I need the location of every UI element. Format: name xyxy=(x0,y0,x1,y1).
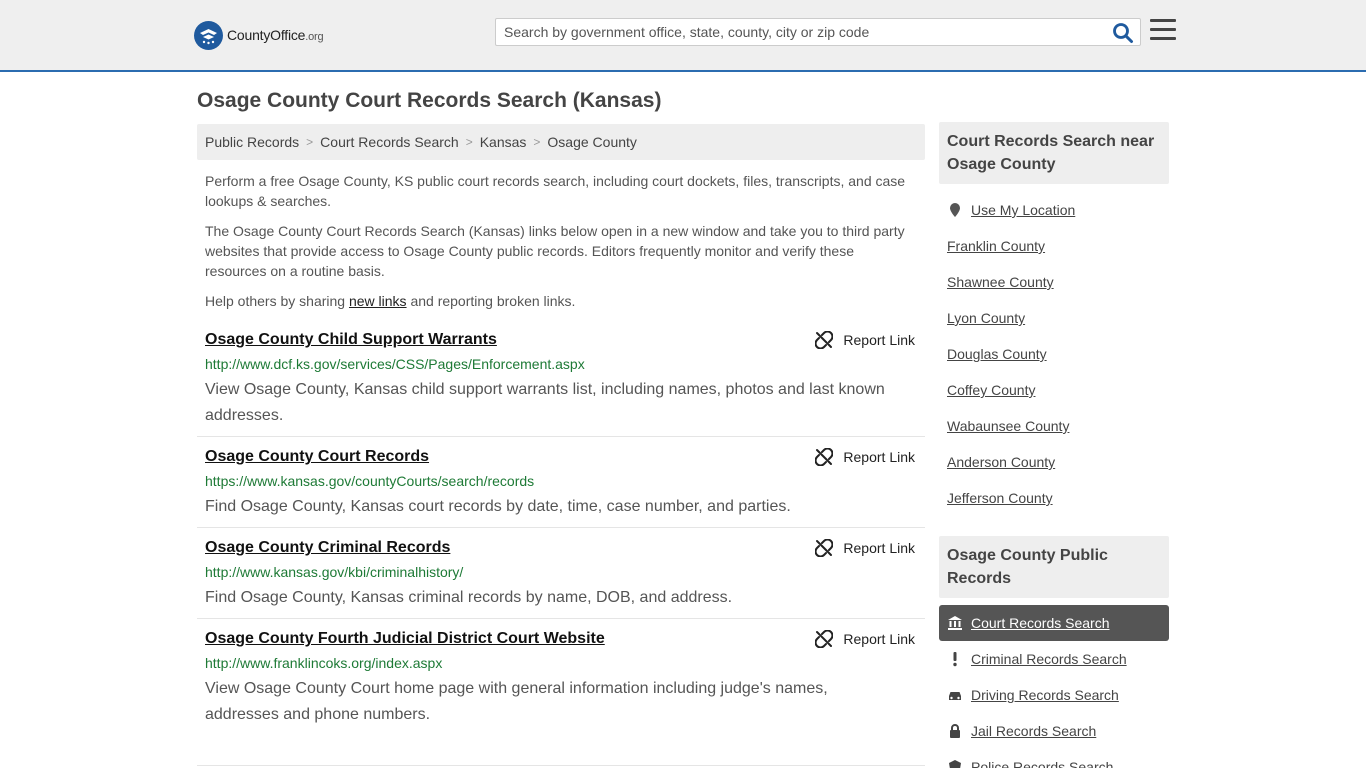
report-link-button[interactable]: Report Link xyxy=(815,448,915,466)
use-my-location-link[interactable]: Use My Location xyxy=(947,202,1075,218)
nearby-county-link[interactable]: Anderson County xyxy=(947,454,1055,470)
logo-seal-icon xyxy=(194,20,223,50)
intro-text: and reporting broken links. xyxy=(406,293,576,309)
chevron-right-icon: > xyxy=(465,135,473,149)
lock-icon xyxy=(947,723,971,739)
result-title-link[interactable]: Osage County Fourth Judicial District Co… xyxy=(205,630,605,648)
intro-paragraph-2: The Osage County Court Records Search (K… xyxy=(205,223,905,279)
search-button[interactable] xyxy=(1112,22,1134,44)
result-description: Find Osage County, Kansas criminal recor… xyxy=(205,589,733,606)
sidebar-item-label: Driving Records Search xyxy=(971,687,1119,703)
sidebar-item-label: Criminal Records Search xyxy=(971,651,1127,667)
hamburger-menu-icon[interactable] xyxy=(1150,19,1176,43)
search-input[interactable] xyxy=(496,19,1106,45)
nearby-county-link[interactable]: Wabaunsee County xyxy=(947,418,1069,434)
result-url: https://www.kansas.gov/countyCourts/sear… xyxy=(205,473,535,489)
sidebar-item-court-records[interactable]: Court Records Search xyxy=(939,605,1169,641)
logo-main: CountyOffice xyxy=(227,27,306,43)
use-my-location-label: Use My Location xyxy=(971,202,1076,218)
chevron-right-icon: > xyxy=(306,135,314,149)
intro-paragraph-3: Help others by sharing new links and rep… xyxy=(205,291,917,311)
report-link-label: Report Link xyxy=(843,332,915,348)
result-item: Osage County Child Support Warrants Repo… xyxy=(197,331,925,437)
report-link-button[interactable]: Report Link xyxy=(815,331,915,349)
result-url: http://www.franklincoks.org/index.aspx xyxy=(205,655,443,671)
report-link-label: Report Link xyxy=(843,631,915,647)
new-links-link[interactable]: new links xyxy=(349,293,407,309)
result-url: http://www.dcf.ks.gov/services/CSS/Pages… xyxy=(205,356,585,372)
breadcrumb-osage-county[interactable]: Osage County xyxy=(547,134,637,150)
sidebar-nearby-heading: Court Records Search near Osage County xyxy=(939,122,1169,184)
nearby-county-link[interactable]: Jefferson County xyxy=(947,490,1053,506)
breadcrumb: Public Records > Court Records Search > … xyxy=(197,124,925,160)
result-item: Osage County Fourth Judicial District Co… xyxy=(197,630,925,766)
result-description: View Osage County, Kansas child support … xyxy=(205,381,885,424)
result-description: Find Osage County, Kansas court records … xyxy=(205,498,791,515)
nearby-county-link[interactable]: Franklin County xyxy=(947,238,1045,254)
result-title-link[interactable]: Osage County Criminal Records xyxy=(205,539,450,557)
report-link-button[interactable]: Report Link xyxy=(815,539,915,557)
report-link-label: Report Link xyxy=(843,449,915,465)
nearby-county-link[interactable]: Shawnee County xyxy=(947,274,1054,290)
report-link-button[interactable]: Report Link xyxy=(815,630,915,648)
sidebar-item-jail-records[interactable]: Jail Records Search xyxy=(939,713,1169,749)
result-item: Osage County Court Records Report Link h… xyxy=(197,448,925,528)
result-description: View Osage County Court home page with g… xyxy=(205,680,828,723)
sidebar-item-police-records[interactable]: Police Records Search xyxy=(939,749,1169,768)
chevron-right-icon: > xyxy=(533,135,541,149)
sidebar-item-label: Court Records Search xyxy=(971,615,1110,631)
logo-suffix: .org xyxy=(305,31,324,43)
result-title-link[interactable]: Osage County Court Records xyxy=(205,448,429,466)
result-item: Osage County Criminal Records Report Lin… xyxy=(197,539,925,619)
broken-link-icon xyxy=(815,539,834,557)
site-logo[interactable]: CountyOffice.org xyxy=(194,20,324,50)
site-header: CountyOffice.org xyxy=(0,0,1366,72)
sidebar-item-driving-records[interactable]: Driving Records Search xyxy=(939,677,1169,713)
sidebar-public-records-heading: Osage County Public Records xyxy=(939,536,1169,598)
broken-link-icon xyxy=(815,331,834,349)
breadcrumb-court-records-search[interactable]: Court Records Search xyxy=(320,134,459,150)
exclamation-icon xyxy=(947,651,971,667)
courthouse-icon xyxy=(947,615,971,631)
search-box xyxy=(495,18,1141,46)
sidebar-item-label: Police Records Search xyxy=(971,759,1114,768)
page-title: Osage County Court Records Search (Kansa… xyxy=(197,89,662,112)
breadcrumb-kansas[interactable]: Kansas xyxy=(480,134,527,150)
report-link-label: Report Link xyxy=(843,540,915,556)
result-url: http://www.kansas.gov/kbi/criminalhistor… xyxy=(205,564,464,580)
intro-paragraph-1: Perform a free Osage County, KS public c… xyxy=(205,173,906,209)
breadcrumb-public-records[interactable]: Public Records xyxy=(205,134,299,150)
map-pin-icon xyxy=(950,203,960,217)
broken-link-icon xyxy=(815,630,834,648)
nearby-county-link[interactable]: Coffey County xyxy=(947,382,1035,398)
nearby-county-link[interactable]: Lyon County xyxy=(947,310,1025,326)
logo-wordmark: CountyOffice.org xyxy=(227,27,324,43)
nearby-county-link[interactable]: Douglas County xyxy=(947,346,1047,362)
car-icon xyxy=(947,687,971,703)
badge-icon xyxy=(947,759,971,768)
result-title-link[interactable]: Osage County Child Support Warrants xyxy=(205,331,497,349)
sidebar-item-label: Jail Records Search xyxy=(971,723,1097,739)
search-icon xyxy=(1113,23,1133,43)
broken-link-icon xyxy=(815,448,834,466)
intro-text: Help others by sharing xyxy=(205,293,349,309)
sidebar-item-criminal-records[interactable]: Criminal Records Search xyxy=(939,641,1169,677)
